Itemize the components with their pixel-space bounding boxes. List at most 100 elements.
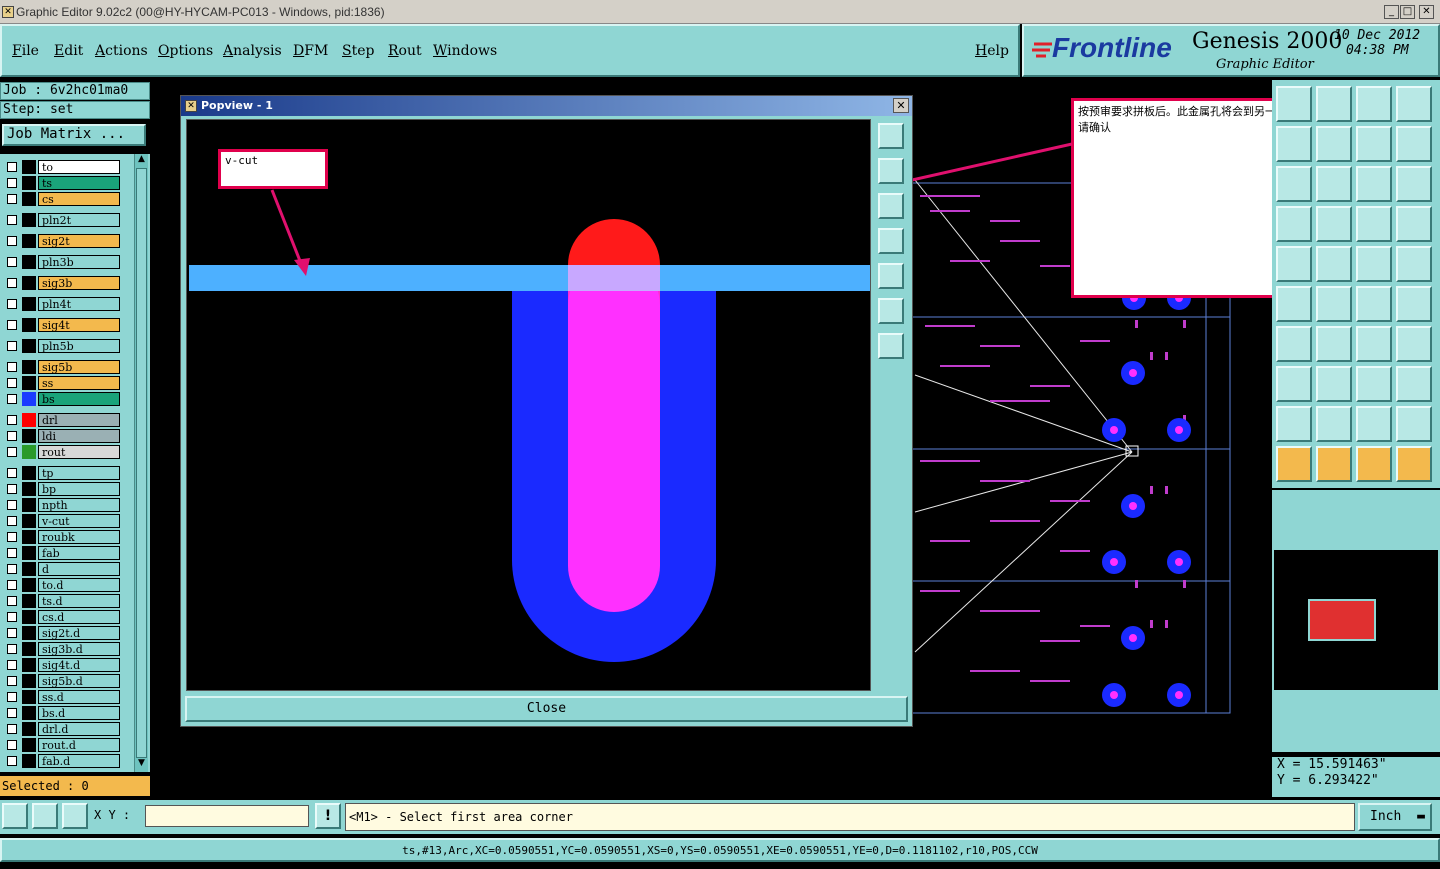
layer-name[interactable]: d — [38, 562, 120, 576]
layer-name[interactable]: cs — [38, 192, 120, 206]
pan-up-icon[interactable] — [878, 158, 904, 184]
layer-color-swatch[interactable] — [22, 658, 36, 672]
zoom-out-icon[interactable] — [878, 333, 904, 359]
layer-name[interactable]: sig2t — [38, 234, 120, 248]
layer-checkbox[interactable] — [7, 532, 17, 542]
layer-checkbox[interactable] — [7, 564, 17, 574]
layer-color-swatch[interactable] — [22, 176, 36, 190]
layer-row[interactable]: bs.d — [4, 706, 120, 720]
layer-name[interactable]: drl.d — [38, 722, 120, 736]
pointer-box-icon[interactable] — [1316, 446, 1352, 482]
layer-checkbox[interactable] — [7, 468, 17, 478]
layer-color-swatch[interactable] — [22, 255, 36, 269]
layer-color-swatch[interactable] — [22, 530, 36, 544]
layer-name[interactable]: sig5b — [38, 360, 120, 374]
rout-check-icon[interactable] — [1396, 206, 1432, 242]
layer-checkbox[interactable] — [7, 548, 17, 558]
measure-icon[interactable] — [32, 803, 58, 829]
pointer-icon[interactable] — [1276, 446, 1312, 482]
layer-color-swatch[interactable] — [22, 610, 36, 624]
layer-name[interactable]: sig4t — [38, 318, 120, 332]
layer-row[interactable]: npth — [4, 498, 120, 512]
scroll-up-icon[interactable]: ▲ — [136, 154, 147, 166]
layer-row[interactable]: ss — [4, 376, 120, 390]
layer-color-swatch[interactable] — [22, 626, 36, 640]
mirror-icon[interactable] — [1396, 326, 1432, 362]
layer-name[interactable]: to.d — [38, 578, 120, 592]
layer-checkbox[interactable] — [7, 612, 17, 622]
layer-color-swatch[interactable] — [22, 706, 36, 720]
layer-color-swatch[interactable] — [22, 297, 36, 311]
layer-checkbox[interactable] — [7, 299, 17, 309]
add-via-icon[interactable] — [1396, 286, 1432, 322]
layer-name[interactable]: npth — [38, 498, 120, 512]
layer-row[interactable]: rout — [4, 445, 120, 459]
layer-name[interactable]: ss — [38, 376, 120, 390]
layer-name[interactable]: sig5b.d — [38, 674, 120, 688]
layer-color-swatch[interactable] — [22, 466, 36, 480]
layer-row[interactable]: ldi — [4, 429, 120, 443]
layer-color-swatch[interactable] — [22, 234, 36, 248]
menu-rout[interactable]: Rout — [388, 43, 422, 59]
layer-color-swatch[interactable] — [22, 674, 36, 688]
pan-down-icon[interactable] — [878, 193, 904, 219]
layer-color-swatch[interactable] — [22, 498, 36, 512]
layer-color-swatch[interactable] — [22, 429, 36, 443]
layer-row[interactable]: ts — [4, 176, 120, 190]
layer-row[interactable]: cs — [4, 192, 120, 206]
drill-check-icon[interactable] — [1276, 206, 1312, 242]
layer-color-swatch[interactable] — [22, 578, 36, 592]
layer-name[interactable]: cs.d — [38, 610, 120, 624]
layer-row[interactable]: ts.d — [4, 594, 120, 608]
layer-name[interactable]: rout.d — [38, 738, 120, 752]
layer-row[interactable]: pln2t — [4, 213, 120, 227]
scale-icon[interactable] — [1356, 166, 1392, 202]
layer-row[interactable]: to.d — [4, 578, 120, 592]
layer-row[interactable]: roubk — [4, 530, 120, 544]
add-arc-icon[interactable] — [1316, 246, 1352, 282]
layer-checkbox[interactable] — [7, 162, 17, 172]
layer-row[interactable]: d — [4, 562, 120, 576]
zoom-home-icon[interactable] — [878, 123, 904, 149]
node-icon[interactable] — [1276, 286, 1312, 322]
layer-color-swatch[interactable] — [22, 276, 36, 290]
layer-color-swatch[interactable] — [22, 376, 36, 390]
layer-color-swatch[interactable] — [22, 482, 36, 496]
layer-color-swatch[interactable] — [22, 738, 36, 752]
vertex-icon[interactable] — [1316, 406, 1352, 442]
layer-row[interactable]: drl — [4, 413, 120, 427]
layer-name[interactable]: bs — [38, 392, 120, 406]
add-point-icon[interactable] — [1356, 286, 1392, 322]
layer-row[interactable]: sig5b.d — [4, 674, 120, 688]
layer-checkbox[interactable] — [7, 341, 17, 351]
pointer-connect-icon[interactable] — [1396, 446, 1432, 482]
add-pad-icon[interactable] — [1396, 246, 1432, 282]
snap-pad-icon[interactable] — [1356, 206, 1392, 242]
zoom-in-icon[interactable] — [878, 298, 904, 324]
layer-checkbox[interactable] — [7, 500, 17, 510]
layer-name[interactable]: ss.d — [38, 690, 120, 704]
layer-checkbox[interactable] — [7, 431, 17, 441]
layer-name[interactable]: rout — [38, 445, 120, 459]
triangle-icon[interactable] — [1276, 406, 1312, 442]
rotate-icon[interactable] — [1316, 166, 1352, 202]
minimap[interactable] — [1272, 490, 1440, 752]
layer-checkbox[interactable] — [7, 278, 17, 288]
layer-row[interactable]: to — [4, 160, 120, 174]
layer-name[interactable]: pln2t — [38, 213, 120, 227]
layer-color-swatch[interactable] — [22, 192, 36, 206]
layer-name[interactable]: sig3b.d — [38, 642, 120, 656]
alert-icon[interactable]: ! — [315, 803, 341, 829]
layer-name[interactable]: fab.d — [38, 754, 120, 768]
menu-edit[interactable]: Edit — [54, 43, 83, 59]
layer-row[interactable]: cs.d — [4, 610, 120, 624]
layer-color-swatch[interactable] — [22, 445, 36, 459]
layer-color-swatch[interactable] — [22, 318, 36, 332]
layer-checkbox[interactable] — [7, 596, 17, 606]
cross-icon[interactable] — [1316, 286, 1352, 322]
layer-color-swatch[interactable] — [22, 594, 36, 608]
menu-windows[interactable]: Windows — [433, 43, 497, 59]
layer-row[interactable]: ss.d — [4, 690, 120, 704]
layer-row[interactable]: bp — [4, 482, 120, 496]
layer-row[interactable]: fab.d — [4, 754, 120, 768]
